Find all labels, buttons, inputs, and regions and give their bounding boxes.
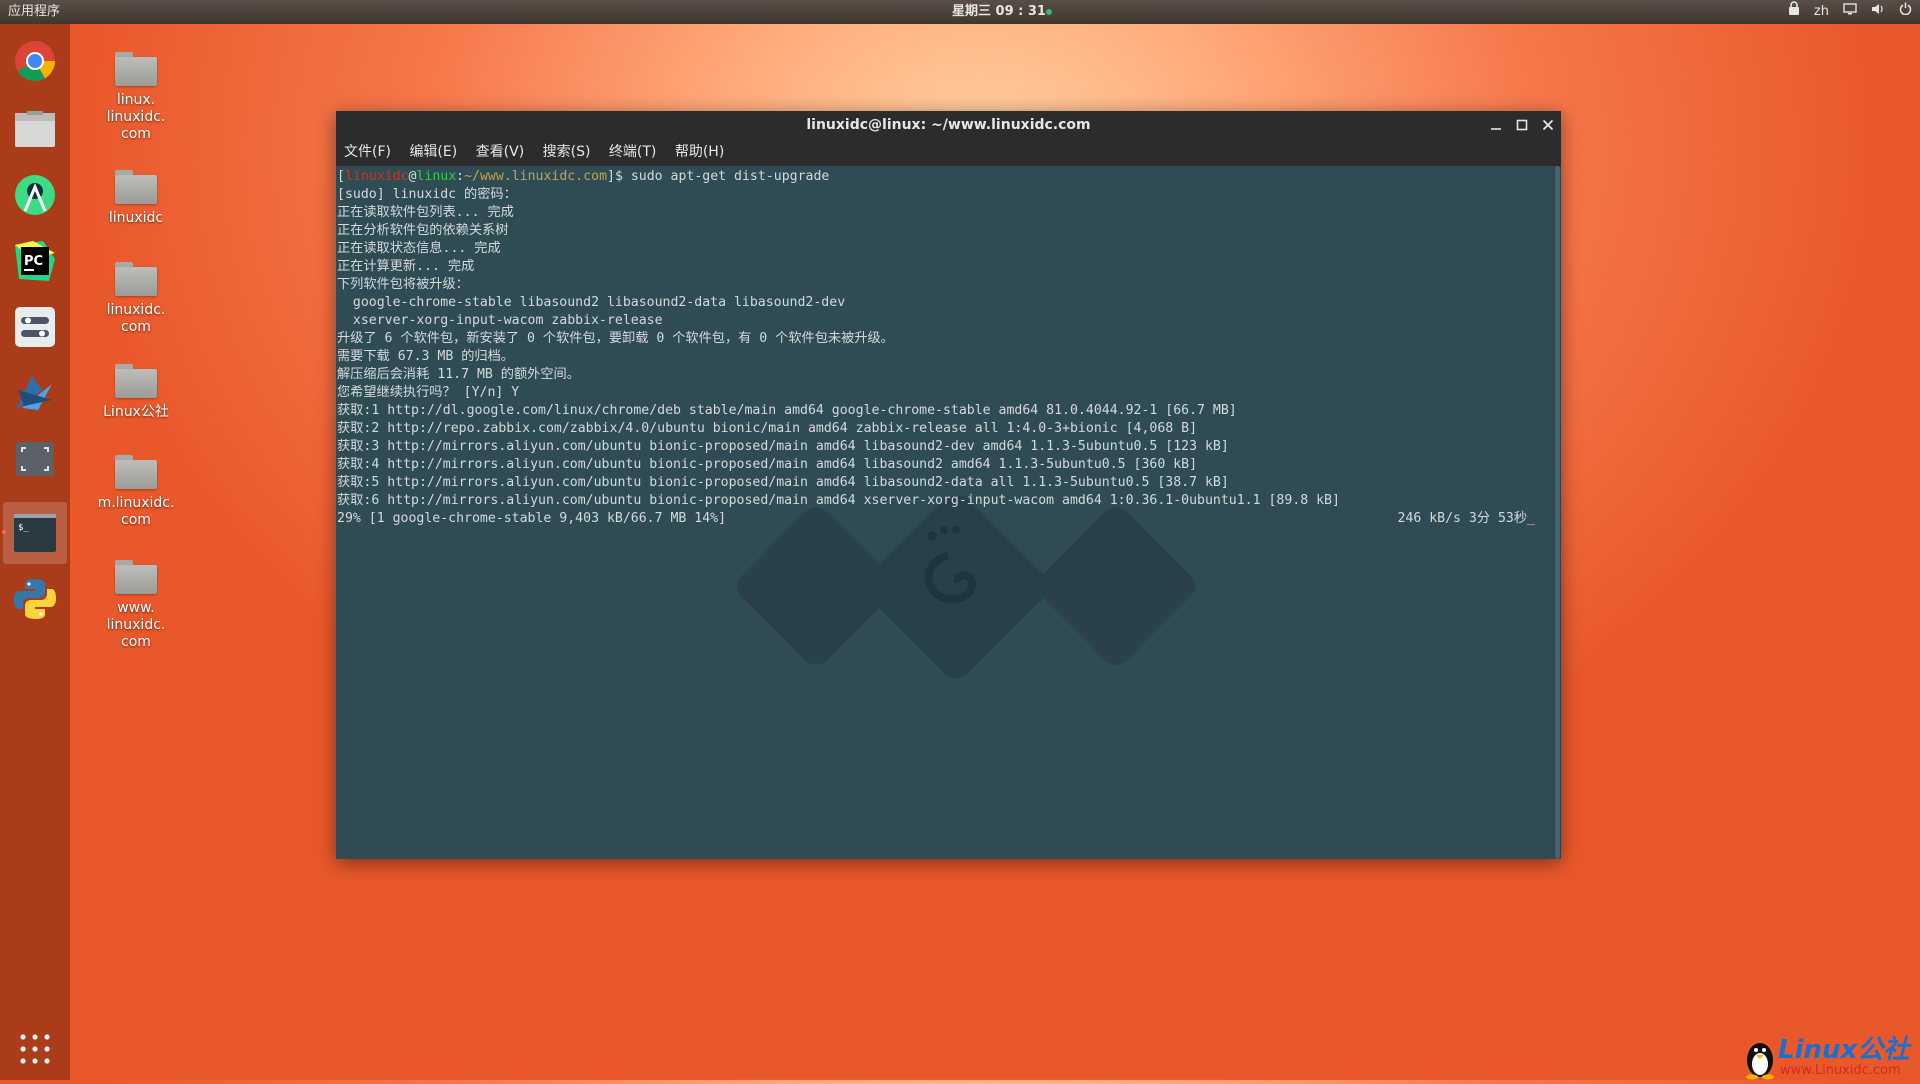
dock: PC $_: [0, 24, 70, 1080]
menu-file[interactable]: 文件(F): [344, 144, 391, 160]
svg-text:www.Linuxidc.com: www.Linuxidc.com: [1780, 1063, 1901, 1078]
menu-help[interactable]: 帮助(H): [675, 144, 724, 160]
settings-icon[interactable]: [10, 302, 60, 352]
menu-terminal[interactable]: 终端(T): [609, 144, 656, 160]
folder-icon: [115, 364, 157, 398]
output-line: 升级了 6 个软件包，新安装了 0 个软件包，要卸载 0 个软件包，有 0 个软…: [337, 331, 894, 346]
output-line: 下列软件包将被升级：: [337, 277, 469, 292]
output-line: 正在计算更新... 完成: [337, 259, 475, 274]
minimize-button[interactable]: [1486, 115, 1506, 135]
language-indicator[interactable]: zh: [1814, 0, 1829, 24]
system-tray: zh: [1788, 0, 1912, 24]
clock[interactable]: 星期三 09 : 31: [952, 0, 1046, 24]
progress-left: 29% [1 google-chrome-stable 9,403 kB/66.…: [337, 511, 727, 526]
output-line: 正在分析软件包的依赖关系树: [337, 223, 509, 238]
terminal-icon[interactable]: $_: [10, 508, 60, 558]
output-line: 您希望继续执行吗？ [Y/n] Y: [337, 385, 520, 400]
notification-dot: [1046, 9, 1052, 15]
prompt-path: ~/www.linuxidc.com: [464, 169, 608, 184]
desktop-folder-m-linuxidc-com[interactable]: m.linuxidc. com: [96, 455, 176, 529]
output-line: 正在读取状态信息... 完成: [337, 241, 501, 256]
desktop-folder-www-linuxidc-com[interactable]: www. linuxidc. com: [96, 560, 176, 651]
xcode-icon[interactable]: [10, 368, 60, 418]
menu-bar: 文件(F) 编辑(E) 查看(V) 搜索(S) 终端(T) 帮助(H): [336, 139, 1561, 166]
desktop-folder-linux-gongshe[interactable]: Linux公社: [96, 364, 176, 421]
title-bar[interactable]: linuxidc@linux: ~/www.linuxidc.com: [336, 111, 1561, 139]
folder-icon: [115, 455, 157, 489]
maximize-button[interactable]: [1512, 115, 1532, 135]
output-line: 获取:5 http://mirrors.aliyun.com/ubuntu bi…: [337, 475, 1229, 490]
output-line: google-chrome-stable libasound2 libasoun…: [337, 295, 846, 310]
desktop-folder-linuxidc-com[interactable]: linuxidc. com: [96, 262, 176, 336]
files-icon[interactable]: [10, 104, 60, 154]
terminal-content[interactable]: [linuxidc@linux:~/www.linuxidc.com]$ sud…: [336, 166, 1554, 859]
svg-text:PC: PC: [24, 254, 43, 269]
folder-icon: [115, 560, 157, 594]
prompt: [linuxidc@linux:~/www.linuxidc.com]$ sud…: [337, 169, 830, 184]
prompt-user: linuxidc: [344, 169, 409, 184]
top-bar: 应用程序 星期三 09 : 31 zh: [0, 0, 1920, 24]
show-apps-icon[interactable]: [10, 1024, 60, 1074]
python-icon[interactable]: [10, 574, 60, 624]
running-indicator: [2, 530, 6, 534]
applications-menu[interactable]: 应用程序: [8, 0, 60, 24]
menu-search[interactable]: 搜索(S): [543, 144, 591, 160]
prompt-host: linux: [416, 169, 457, 184]
svg-text:$_: $_: [18, 523, 29, 533]
screenshot-icon[interactable]: [10, 434, 60, 484]
scrollbar[interactable]: [1554, 166, 1561, 859]
progress-right: 246 kB/s 3分 53秒_: [1397, 511, 1535, 526]
folder-label: linux. linuxidc. com: [106, 92, 166, 142]
folder-label: linuxidc. com: [106, 302, 166, 335]
terminal-output: [linuxidc@linux:~/www.linuxidc.com]$ sud…: [337, 168, 1535, 528]
output-line: 获取:1 http://dl.google.com/linux/chrome/d…: [337, 403, 1237, 418]
lock-icon[interactable]: [1788, 0, 1800, 24]
pycharm-icon[interactable]: PC: [10, 236, 60, 286]
close-button[interactable]: [1538, 115, 1558, 135]
folder-icon: [115, 262, 157, 296]
display-icon[interactable]: [1843, 0, 1857, 24]
output-line: 解压缩后会消耗 11.7 MB 的额外空间。: [337, 367, 580, 382]
volume-icon[interactable]: [1871, 0, 1885, 24]
folder-label: m.linuxidc. com: [97, 495, 175, 528]
menu-edit[interactable]: 编辑(E): [409, 144, 457, 160]
desktop-folder-linux-linuxidc-com[interactable]: linux. linuxidc. com: [96, 52, 176, 143]
folder-label: Linux公社: [103, 404, 169, 420]
output-line: 获取:6 http://mirrors.aliyun.com/ubuntu bi…: [337, 493, 1340, 508]
output-line: [sudo] linuxidc 的密码：: [337, 187, 517, 202]
folder-icon: [115, 170, 157, 204]
folder-label: www. linuxidc. com: [106, 600, 166, 650]
output-line: 获取:3 http://mirrors.aliyun.com/ubuntu bi…: [337, 439, 1229, 454]
progress-line: 29% [1 google-chrome-stable 9,403 kB/66.…: [337, 510, 1535, 528]
android-studio-icon[interactable]: [10, 170, 60, 220]
linuxidc-logo: Linux公社 www.Linuxidc.com: [1740, 1030, 1920, 1080]
output-line: 获取:2 http://repo.zabbix.com/zabbix/4.0/u…: [337, 421, 1198, 436]
folder-icon: [115, 52, 157, 86]
output-line: 需要下载 67.3 MB 的归档。: [337, 349, 514, 364]
chrome-icon[interactable]: [10, 36, 60, 86]
output-line: xserver-xorg-input-wacom zabbix-release: [337, 313, 663, 328]
output-line: 正在读取软件包列表... 完成: [337, 205, 514, 220]
folder-label: linuxidc: [108, 210, 164, 226]
svg-text:Linux公社: Linux公社: [1778, 1035, 1912, 1065]
power-icon[interactable]: [1899, 0, 1912, 24]
menu-view[interactable]: 查看(V): [476, 144, 525, 160]
desktop-folder-linuxidc[interactable]: linuxidc: [96, 170, 176, 227]
terminal-window[interactable]: linuxidc@linux: ~/www.linuxidc.com 文件(F)…: [336, 111, 1561, 859]
output-line: 获取:4 http://mirrors.aliyun.com/ubuntu bi…: [337, 457, 1198, 472]
window-title: linuxidc@linux: ~/www.linuxidc.com: [806, 117, 1091, 133]
command: sudo apt-get dist-upgrade: [630, 169, 830, 184]
scrollbar-thumb[interactable]: [1555, 166, 1560, 859]
